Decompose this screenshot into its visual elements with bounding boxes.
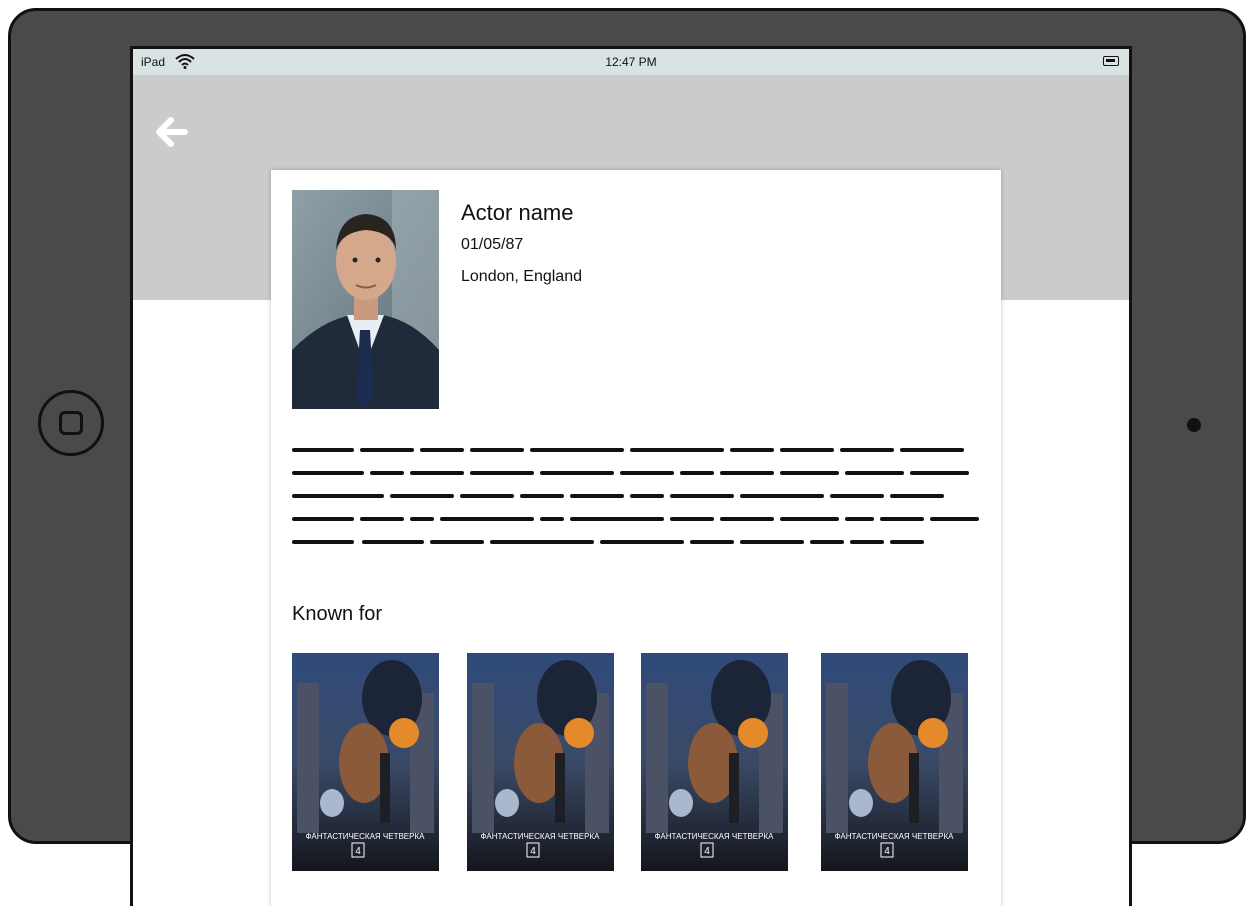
ipad-screen: iPad 12:47 PM Actor name 01/05/87 London… bbox=[130, 46, 1132, 906]
known-for-heading: Known for bbox=[292, 603, 383, 625]
status-time: 12:47 PM bbox=[605, 55, 657, 69]
actor-birthplace: London, England bbox=[461, 268, 582, 285]
movie-poster-2[interactable]: ФАНТАСТИЧЕСКАЯ ЧЕТВЕРКА 4 bbox=[467, 653, 614, 871]
battery-icon bbox=[1103, 56, 1119, 66]
status-bar: iPad 12:47 PM bbox=[133, 49, 1129, 75]
svg-text:4: 4 bbox=[530, 846, 536, 857]
svg-text:4: 4 bbox=[884, 846, 890, 857]
back-arrow-icon[interactable] bbox=[155, 117, 189, 147]
poster-caption: ФАНТАСТИЧЕСКАЯ ЧЕТВЕРКА bbox=[835, 832, 955, 841]
home-button-icon bbox=[59, 411, 83, 435]
actor-card: Actor name 01/05/87 London, England Know… bbox=[271, 170, 1001, 906]
movie-poster-1[interactable]: ФАНТАСТИЧЕСКАЯ ЧЕТВЕРКА 4 bbox=[292, 653, 439, 871]
movie-poster-3[interactable]: ФАНТАСТИЧЕСКАЯ ЧЕТВЕРКА 4 bbox=[641, 653, 788, 871]
bio-placeholder-scribble bbox=[292, 448, 979, 544]
actor-photo bbox=[292, 190, 439, 409]
svg-text:4: 4 bbox=[355, 846, 361, 857]
movie-poster-4[interactable]: ФАНТАСТИЧЕСКАЯ ЧЕТВЕРКА 4 bbox=[821, 653, 968, 871]
camera-dot bbox=[1187, 418, 1201, 432]
poster-caption: ФАНТАСТИЧЕСКАЯ ЧЕТВЕРКА bbox=[481, 832, 601, 841]
svg-text:4: 4 bbox=[704, 846, 710, 857]
home-button[interactable] bbox=[38, 390, 104, 456]
poster-caption: ФАНТАСТИЧЕСКАЯ ЧЕТВЕРКА bbox=[306, 832, 426, 841]
actor-name: Actor name bbox=[461, 200, 574, 225]
actor-dob: 01/05/87 bbox=[461, 236, 524, 253]
poster-caption: ФАНТАСТИЧЕСКАЯ ЧЕТВЕРКА bbox=[655, 832, 775, 841]
